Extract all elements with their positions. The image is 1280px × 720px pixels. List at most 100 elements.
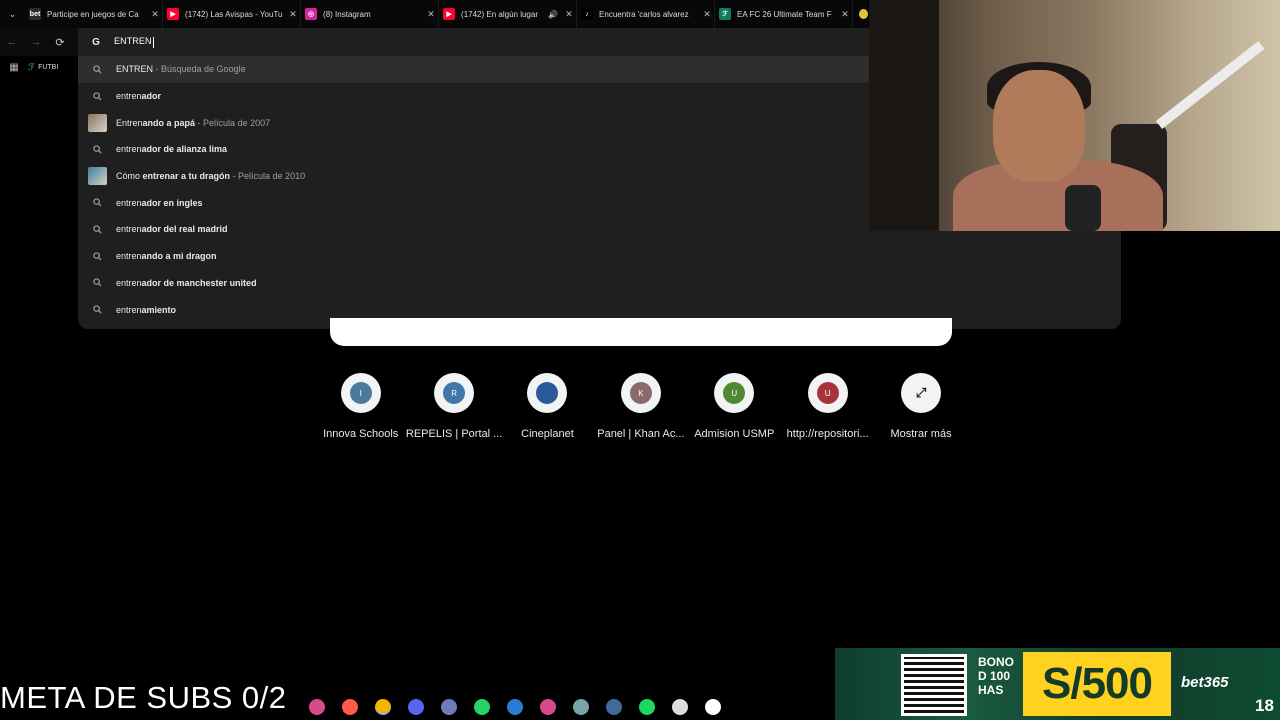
google-g-icon: G bbox=[92, 36, 100, 48]
shortcut-icon bbox=[527, 373, 568, 413]
reload-icon[interactable]: ⟳ bbox=[48, 30, 72, 54]
shortcut-tile[interactable]: U Admision USMP bbox=[688, 373, 781, 453]
tab-close-icon[interactable]: ✕ bbox=[562, 9, 576, 20]
spotify-icon[interactable] bbox=[630, 694, 663, 720]
shortcut-icon: ⤢ bbox=[901, 373, 942, 413]
app-icon[interactable] bbox=[564, 694, 597, 720]
qr-code-icon bbox=[901, 654, 967, 716]
tab-favicon-icon: ℱ bbox=[719, 8, 732, 20]
shortcut-icon: U bbox=[714, 373, 755, 413]
tab-title: Participe en juegos de Ca bbox=[47, 9, 139, 19]
shortcut-letter: I bbox=[349, 382, 372, 404]
word-icon[interactable] bbox=[498, 694, 531, 720]
suggestion-text: entrenamiento bbox=[116, 305, 176, 315]
calculator-icon[interactable] bbox=[432, 694, 465, 720]
tab-title: (1742) En algún lugar bbox=[461, 9, 538, 19]
search-icon bbox=[78, 91, 116, 101]
app-icon[interactable] bbox=[531, 694, 564, 720]
tab-close-icon[interactable]: ✕ bbox=[286, 9, 300, 20]
tab-close-icon[interactable]: ✕ bbox=[424, 9, 438, 20]
tab-favicon-icon: ▶ bbox=[443, 8, 456, 20]
shortcut-label: REPELIS | Portal ... bbox=[405, 428, 503, 440]
shortcut-tile[interactable]: Uhttp://repositori... bbox=[781, 373, 874, 453]
ad-brand: bet365 bbox=[1181, 674, 1229, 691]
suggestion-typed: entren bbox=[116, 144, 142, 155]
shortcut-icon: U bbox=[807, 373, 848, 413]
shortcut-label: http://repositori... bbox=[786, 428, 869, 440]
ntp-search-box[interactable] bbox=[330, 318, 952, 346]
app-icon[interactable] bbox=[399, 694, 432, 720]
address-bar[interactable]: G ENTREN bbox=[78, 28, 868, 56]
movie-thumbnail bbox=[78, 167, 116, 186]
suggestion-text: entrenando a mi dragon bbox=[116, 251, 217, 261]
tab[interactable]: ℱ EA FC 26 Ultimate Team F ✕ bbox=[715, 0, 854, 28]
tab[interactable]: ◎ (8) Instagram ✕ bbox=[301, 0, 440, 28]
audio-playing-icon[interactable]: 🔊 bbox=[548, 10, 558, 19]
app-icon[interactable] bbox=[333, 694, 366, 720]
shortcut-icon: R bbox=[434, 373, 475, 413]
suggestion-item[interactable]: entrenador de manchester united bbox=[78, 270, 1121, 297]
suggestion-typed: entren bbox=[116, 251, 142, 262]
whatsapp-icon[interactable] bbox=[465, 694, 498, 720]
suggestion-text: entrenador de alianza lima bbox=[116, 144, 227, 154]
suggestion-typed: entren bbox=[116, 277, 142, 288]
suggestion-rest: ando a mi dragon bbox=[141, 251, 217, 262]
tab-close-icon[interactable]: ✕ bbox=[700, 9, 714, 20]
tab[interactable]: ♪ Encuentra 'carlos alvarez ✕ bbox=[577, 0, 716, 28]
tab-favicon-icon: ▶ bbox=[167, 8, 180, 20]
tab[interactable]: ▶ (1742) Las Avispas - YouTu ✕ bbox=[163, 0, 302, 28]
tab-strip: ⌄ bet Participe en juegos de Ca ✕ ▶ (1742) L… bbox=[0, 0, 868, 28]
tab-title: EA FC 26 Ultimate Team F bbox=[737, 9, 832, 19]
taskbar bbox=[300, 694, 729, 720]
suggestion-text: entrenador en ingles bbox=[116, 198, 203, 208]
shortcut-tile[interactable]: K Panel | Khan Ac... bbox=[594, 373, 687, 453]
shortcut-icon: I bbox=[340, 373, 381, 413]
shortcut-label: Admision USMP bbox=[694, 428, 775, 440]
shortcut-label: Panel | Khan Ac... bbox=[597, 428, 685, 440]
back-arrow-icon[interactable]: ← bbox=[0, 30, 24, 54]
ad-age: 18 bbox=[1255, 696, 1274, 715]
suggestion-typed: entren bbox=[116, 224, 142, 235]
forward-arrow-icon[interactable]: → bbox=[24, 30, 48, 54]
shortcut-tile[interactable]: I Innova Schools bbox=[314, 373, 407, 453]
shortcut-letter: U bbox=[816, 382, 839, 404]
suggestion-desc: - Película de 2007 bbox=[195, 117, 271, 128]
suggestion-rest: ador de manchester united bbox=[141, 277, 257, 288]
tab-search-icon[interactable]: ⌄ bbox=[0, 0, 25, 28]
tab-title: (1742) Las Avispas - YouTu bbox=[185, 9, 283, 19]
shortcut-label: Mostrar más bbox=[890, 428, 952, 440]
suggestion-item[interactable]: entrenando a mi dragon bbox=[78, 243, 1121, 270]
steam-icon[interactable] bbox=[597, 694, 630, 720]
suggestion-typed: ENTREN bbox=[116, 64, 154, 75]
address-input[interactable]: ENTREN bbox=[114, 36, 154, 48]
webcam-overlay bbox=[869, 0, 1280, 231]
shortcut-letter: K bbox=[629, 382, 652, 404]
suggestion-rest: ador de alianza lima bbox=[141, 144, 228, 155]
chrome-icon[interactable] bbox=[366, 694, 399, 720]
tab-favicon-icon: ♪ bbox=[581, 8, 594, 20]
suggestion-rest: entrenar a tu dragón bbox=[142, 171, 231, 182]
tab-favicon-icon[interactable] bbox=[859, 9, 868, 19]
app-icon[interactable] bbox=[300, 694, 333, 720]
shortcut-tile[interactable]: ⤢ Mostrar más bbox=[874, 373, 967, 453]
app-icon[interactable] bbox=[663, 694, 696, 720]
suggestion-typed: entren bbox=[116, 91, 142, 102]
shortcut-tile[interactable]: R REPELIS | Portal ... bbox=[405, 373, 503, 453]
ad-amount: S/500 bbox=[1023, 652, 1171, 716]
shortcut-letter bbox=[536, 382, 559, 404]
shortcut-label: Cineplanet bbox=[521, 428, 574, 440]
shortcut-tile[interactable]: Cineplanet bbox=[501, 373, 594, 453]
search-icon bbox=[78, 225, 116, 234]
suggestion-text: entrenador de manchester united bbox=[116, 278, 257, 288]
bookmark-item[interactable]: ℱ FUTBI bbox=[28, 62, 58, 73]
apps-grid-icon[interactable]: ▦ bbox=[0, 62, 28, 73]
shortcut-label: Innova Schools bbox=[323, 428, 399, 440]
bookmarks-bar: ▦ ℱ FUTBI bbox=[0, 56, 80, 78]
suggestion-desc: - Búsqueda de Google bbox=[153, 64, 246, 75]
tab[interactable]: ▶ (1742) En algún lugar 🔊 ✕ bbox=[439, 0, 578, 28]
tab-close-icon[interactable]: ✕ bbox=[838, 9, 852, 20]
tab-close-icon[interactable]: ✕ bbox=[148, 9, 162, 20]
tiktok-icon[interactable] bbox=[696, 694, 729, 720]
tab[interactable]: bet Participe en juegos de Ca ✕ bbox=[25, 0, 164, 28]
tab-title: Encuentra 'carlos alvarez bbox=[599, 9, 689, 19]
